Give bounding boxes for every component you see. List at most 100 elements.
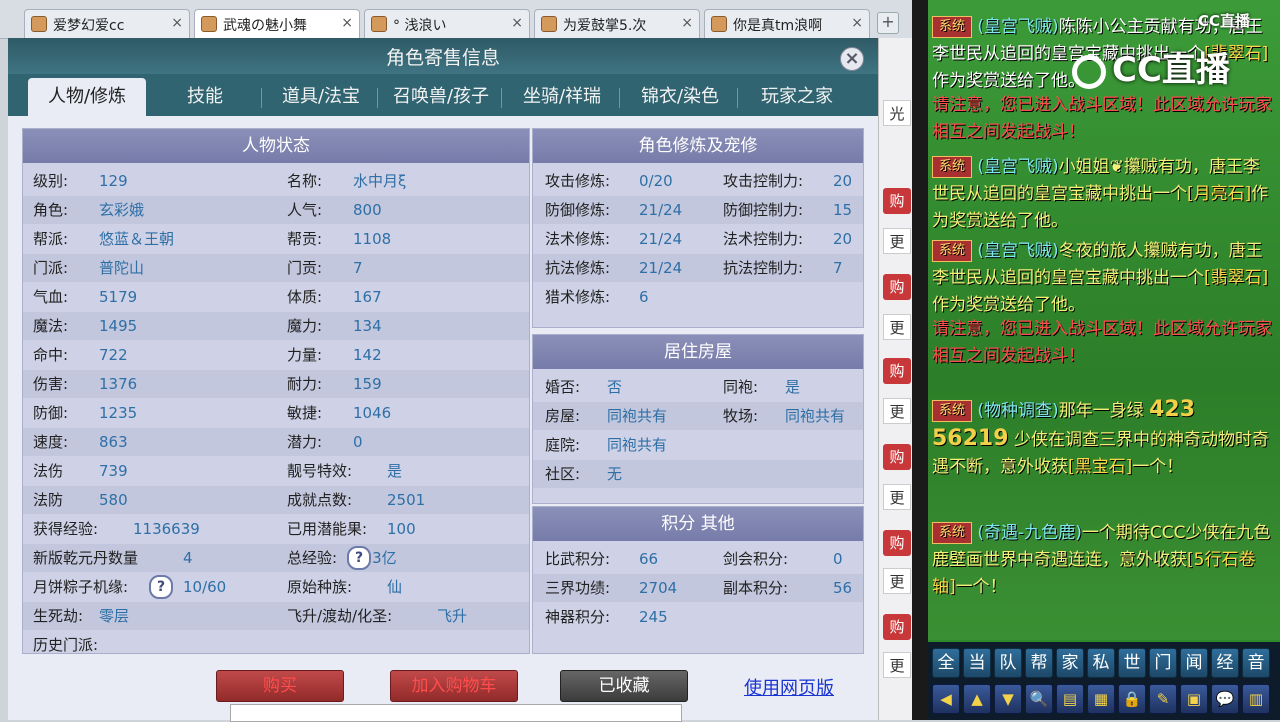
stat-value: 129 bbox=[99, 172, 128, 190]
chat-toolbar-button[interactable]: 全 bbox=[932, 648, 960, 678]
kv-label: 神器积分: bbox=[545, 608, 611, 626]
chat-toolbar-button[interactable]: 世 bbox=[1118, 648, 1146, 678]
side-buy-button[interactable]: 购 bbox=[883, 530, 911, 556]
kv-label: 猎术修炼: bbox=[545, 288, 611, 306]
tab-close-icon[interactable]: × bbox=[341, 15, 353, 31]
browser-tab-1[interactable]: 爱梦幻爱cc × bbox=[24, 9, 190, 38]
score-number: 423 bbox=[1149, 397, 1196, 422]
stat-label: 飞升/渡劫/化圣: bbox=[287, 607, 393, 625]
tab-mounts[interactable]: 坐骑/祥瑞 bbox=[504, 78, 620, 116]
tab-skills[interactable]: 技能 bbox=[148, 78, 262, 116]
panel-header: 角色修炼及宠修 bbox=[533, 129, 863, 163]
stat-value: 159 bbox=[353, 375, 382, 393]
item-link[interactable]: [翡翠石] bbox=[1204, 268, 1268, 288]
side-buy-button[interactable]: 购 bbox=[883, 274, 911, 300]
buy-button[interactable]: 购买 bbox=[216, 670, 344, 702]
tab-pets[interactable]: 召唤兽/孩子 bbox=[380, 78, 502, 116]
stat-label: 名称: bbox=[287, 172, 323, 190]
side-buy-button[interactable]: 购 bbox=[883, 614, 911, 640]
side-more-button[interactable]: 更 bbox=[883, 484, 911, 510]
tab-title: 爱梦幻爱cc bbox=[53, 18, 125, 34]
points-panel: 积分 其他 比武积分: 66 剑会积分: 0 三界功绩: 2704 副本积分: 56 神器积分:… bbox=[532, 506, 864, 654]
kv-value: 0/20 bbox=[639, 172, 673, 190]
stat-value: 1235 bbox=[99, 404, 138, 422]
stat-label: 新版乾元丹数量 bbox=[33, 549, 139, 567]
item-link[interactable]: [黑宝石] bbox=[1068, 457, 1132, 477]
stat-row: 飞升/渡劫/化圣: 飞升 bbox=[277, 602, 529, 630]
tab-character[interactable]: 人物/修炼 bbox=[28, 78, 146, 116]
stat-row: 命中: 722 bbox=[23, 341, 277, 369]
chat-message: 系统 (奇遇-九色鹿)一个期待CCC少侠在九色鹿壁画世界中奇遇连连，意外收获[5… bbox=[932, 520, 1274, 601]
stat-label: 伤害: bbox=[33, 375, 69, 393]
chat-toolbar-button[interactable]: ▥ bbox=[1242, 684, 1270, 714]
kv-label: 剑会积分: bbox=[723, 550, 789, 568]
chat-toolbar-button[interactable]: 队 bbox=[994, 648, 1022, 678]
favorited-button[interactable]: 已收藏 bbox=[560, 670, 688, 702]
stat-label: 耐力: bbox=[287, 375, 323, 393]
chat-toolbar-button[interactable]: 闻 bbox=[1180, 648, 1208, 678]
chat-toolbar-button[interactable]: ✎ bbox=[1149, 684, 1177, 714]
side-more-button[interactable]: 更 bbox=[883, 568, 911, 594]
chat-toolbar-button[interactable]: 音 bbox=[1242, 648, 1270, 678]
chat-toolbar-button[interactable]: 经 bbox=[1211, 648, 1239, 678]
chat-toolbar-button[interactable]: ▣ bbox=[1180, 684, 1208, 714]
stat-label: 帮贡: bbox=[287, 230, 323, 248]
chat-toolbar-button[interactable]: 私 bbox=[1087, 648, 1115, 678]
browser-tab-2[interactable]: 武魂の魅小舞 × bbox=[194, 9, 360, 38]
item-link[interactable]: [月亮石] bbox=[1187, 184, 1251, 204]
chat-toolbar-button[interactable]: 💬 bbox=[1211, 684, 1239, 714]
side-buy-button[interactable]: 购 bbox=[883, 444, 911, 470]
browser-tab-4[interactable]: 为爱鼓掌5.次 × bbox=[534, 9, 700, 38]
stat-label: 生死劫: bbox=[33, 607, 84, 625]
window-title-bar: 角色寄售信息 × bbox=[8, 38, 878, 74]
chat-toolbar-button[interactable]: ▼ bbox=[994, 684, 1022, 714]
stat-value: 4 bbox=[183, 549, 193, 567]
chat-toolbar-button[interactable]: 🔍 bbox=[1025, 684, 1053, 714]
side-more-button[interactable]: 更 bbox=[883, 228, 911, 254]
tab-close-icon[interactable]: × bbox=[851, 15, 863, 31]
chat-toolbar-button[interactable]: ▲ bbox=[963, 684, 991, 714]
chat-toolbar-button[interactable]: ◀ bbox=[932, 684, 960, 714]
browser-tab-3[interactable]: ° 浅浪い × bbox=[364, 9, 530, 38]
tab-outfits[interactable]: 锦衣/染色 bbox=[622, 78, 738, 116]
close-icon[interactable]: × bbox=[840, 47, 864, 71]
stat-label: 法伤 bbox=[33, 462, 64, 480]
tab-close-icon[interactable]: × bbox=[681, 15, 693, 31]
side-more-button[interactable]: 更 bbox=[883, 314, 911, 340]
tab-separator bbox=[737, 88, 738, 108]
stat-row: 敏捷: 1046 bbox=[277, 399, 529, 427]
chat-toolbar-button[interactable]: 帮 bbox=[1025, 648, 1053, 678]
tab-separator bbox=[377, 88, 378, 108]
side-buy-button[interactable]: 购 bbox=[883, 188, 911, 214]
score-number: 56219 bbox=[932, 426, 1009, 451]
web-version-link[interactable]: 使用网页版 bbox=[744, 674, 834, 700]
chat-toolbar-button[interactable]: 当 bbox=[963, 648, 991, 678]
tab-label: 召唤兽/孩子 bbox=[392, 86, 490, 107]
new-tab-button[interactable]: + bbox=[877, 12, 899, 34]
side-button[interactable]: 光 bbox=[883, 100, 911, 126]
tab-favicon-icon bbox=[541, 16, 557, 32]
stat-row: 法防 580 bbox=[23, 486, 277, 514]
help-icon[interactable]: ? bbox=[149, 575, 173, 599]
chat-toolbar-button[interactable]: 门 bbox=[1149, 648, 1177, 678]
stat-value: 1108 bbox=[353, 230, 392, 248]
side-more-button[interactable]: 更 bbox=[883, 398, 911, 424]
browser-tab-5[interactable]: 你是真tm浪啊 × bbox=[704, 9, 870, 38]
tab-close-icon[interactable]: × bbox=[511, 15, 523, 31]
add-to-cart-button[interactable]: 加入购物车 bbox=[390, 670, 518, 702]
stat-label: 历史门派: bbox=[33, 636, 99, 654]
tab-items[interactable]: 道具/法宝 bbox=[264, 78, 378, 116]
tab-close-icon[interactable]: × bbox=[171, 15, 183, 31]
chat-toolbar-button[interactable]: 家 bbox=[1056, 648, 1084, 678]
chat-toolbar-button[interactable]: ▦ bbox=[1087, 684, 1115, 714]
stat-row: 力量: 142 bbox=[277, 341, 529, 369]
side-more-button[interactable]: 更 bbox=[883, 652, 911, 678]
kv-label: 牧场: bbox=[723, 407, 759, 425]
chat-toolbar-button[interactable]: ▤ bbox=[1056, 684, 1084, 714]
help-icon[interactable]: ? bbox=[347, 546, 371, 570]
stat-label: 总经验: bbox=[287, 549, 338, 567]
stat-label: 速度: bbox=[33, 433, 69, 451]
chat-toolbar-button[interactable]: 🔒 bbox=[1118, 684, 1146, 714]
tab-home[interactable]: 玩家之家 bbox=[740, 78, 854, 116]
side-buy-button[interactable]: 购 bbox=[883, 358, 911, 384]
